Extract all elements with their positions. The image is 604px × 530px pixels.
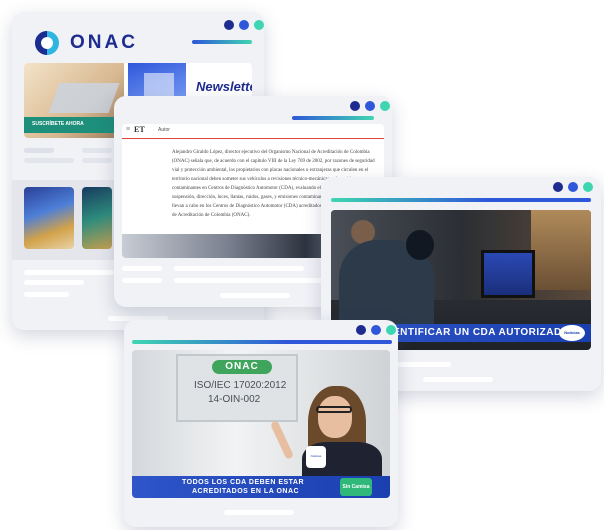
reporter-face <box>318 396 352 438</box>
show-logo: Sin Camisa <box>340 478 372 496</box>
reporter-window: ONAC ISO/IEC 17020:2012 14-OIN-002 Notic… <box>124 320 398 527</box>
article-header: ≡ ET Autor <box>122 124 384 139</box>
monitor-screen <box>481 250 535 298</box>
window-dots <box>350 101 390 111</box>
plaque-standard: ISO/IEC 17020:2012 <box>194 380 287 391</box>
magazine-thumb-1 <box>24 187 74 249</box>
channel-logo: Noticias <box>559 325 585 341</box>
magazine-thumb-2 <box>82 187 112 249</box>
reporter-video-frame[interactable]: ONAC ISO/IEC 17020:2012 14-OIN-002 Notic… <box>132 350 390 498</box>
reporter-glasses <box>316 406 352 413</box>
video-banner-text: ENTIFICAR UN CDA AUTORIZADO? <box>393 327 577 338</box>
newsletter-heading: Newsletter <box>196 79 252 94</box>
onac-logo-icon <box>35 31 59 55</box>
accent-bar <box>331 198 591 202</box>
video-caption-banner: TODOS LOS CDA DEBEN ESTAR ACREDITADOS EN… <box>132 476 390 498</box>
caption-line-1: TODOS LOS CDA DEBEN ESTAR <box>182 479 305 486</box>
author-label: Autor <box>158 127 170 133</box>
onac-logo: ONAC <box>34 30 138 56</box>
accent-bar <box>292 116 374 120</box>
caption-line-2: ACREDITADOS EN LA ONAC <box>192 488 300 495</box>
accent-bar <box>132 340 392 344</box>
accent-bar <box>192 40 252 44</box>
logo-text: ONAC <box>70 32 138 53</box>
plaque-logo: ONAC <box>212 360 272 374</box>
plaque-code: 14-OIN-002 <box>208 394 261 405</box>
window-dots <box>356 325 396 335</box>
window-dots <box>553 182 593 192</box>
reporter-mic: Noticias <box>306 446 326 468</box>
subscribe-button[interactable]: SUSCRÍBETE AHORA <box>32 121 84 127</box>
window-dots <box>224 20 264 30</box>
onac-plaque: ONAC ISO/IEC 17020:2012 14-OIN-002 <box>176 354 298 422</box>
